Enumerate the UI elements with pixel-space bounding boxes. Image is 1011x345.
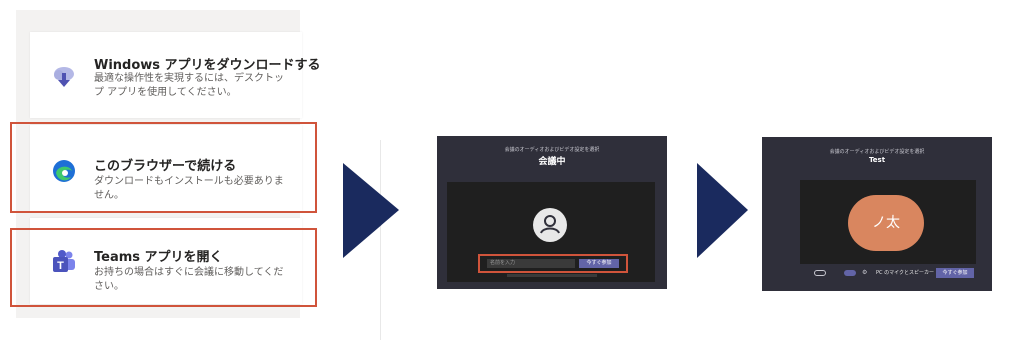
teams-option-highlight bbox=[10, 228, 317, 307]
screen-caption: 会議のオーディオおよびビデオ設定を選択 bbox=[504, 147, 600, 153]
user-avatar: ノ太 bbox=[848, 195, 924, 251]
device-controls: ⚙ PC のマイクとスピーカー bbox=[802, 269, 934, 277]
prejoin-screen-2: 会議のオーディオおよびビデオ設定を選択 Test ノ太 ⚙ PC のマイクとスピ… bbox=[762, 137, 992, 291]
audio-device-label: PC のマイクとスピーカー bbox=[876, 270, 934, 276]
meeting-name: 会議中 bbox=[538, 157, 566, 167]
join-now-button[interactable]: 今すぐ参加 bbox=[936, 268, 974, 278]
browser-option-highlight bbox=[10, 122, 317, 213]
person-placeholder-icon bbox=[533, 208, 567, 242]
option-description: 最適な操作性を実現するには、デスクトップ アプリを使用してください。 bbox=[94, 73, 284, 98]
next-step-arrow bbox=[697, 163, 748, 258]
next-step-arrow bbox=[343, 163, 399, 258]
option-title: Windows アプリをダウンロードする bbox=[94, 58, 321, 73]
download-icon bbox=[54, 67, 74, 87]
settings-icon[interactable]: ⚙ bbox=[862, 269, 867, 277]
screen-caption: 会議のオーディオおよびビデオ設定を選択 bbox=[829, 149, 925, 155]
meeting-name: Test bbox=[868, 156, 886, 164]
device-controls[interactable] bbox=[507, 274, 597, 277]
video-preview: ノ太 bbox=[800, 180, 976, 264]
mic-toggle[interactable] bbox=[844, 270, 856, 276]
prejoin-screen-1: 会議のオーディオおよびビデオ設定を選択 会議中 名前を入力 今すぐ参加 bbox=[437, 136, 667, 289]
name-join-highlight bbox=[478, 254, 628, 273]
camera-toggle[interactable] bbox=[814, 270, 826, 276]
download-windows-app-option[interactable]: Windows アプリをダウンロードする 最適な操作性を実現するには、デスクトッ… bbox=[30, 32, 321, 118]
